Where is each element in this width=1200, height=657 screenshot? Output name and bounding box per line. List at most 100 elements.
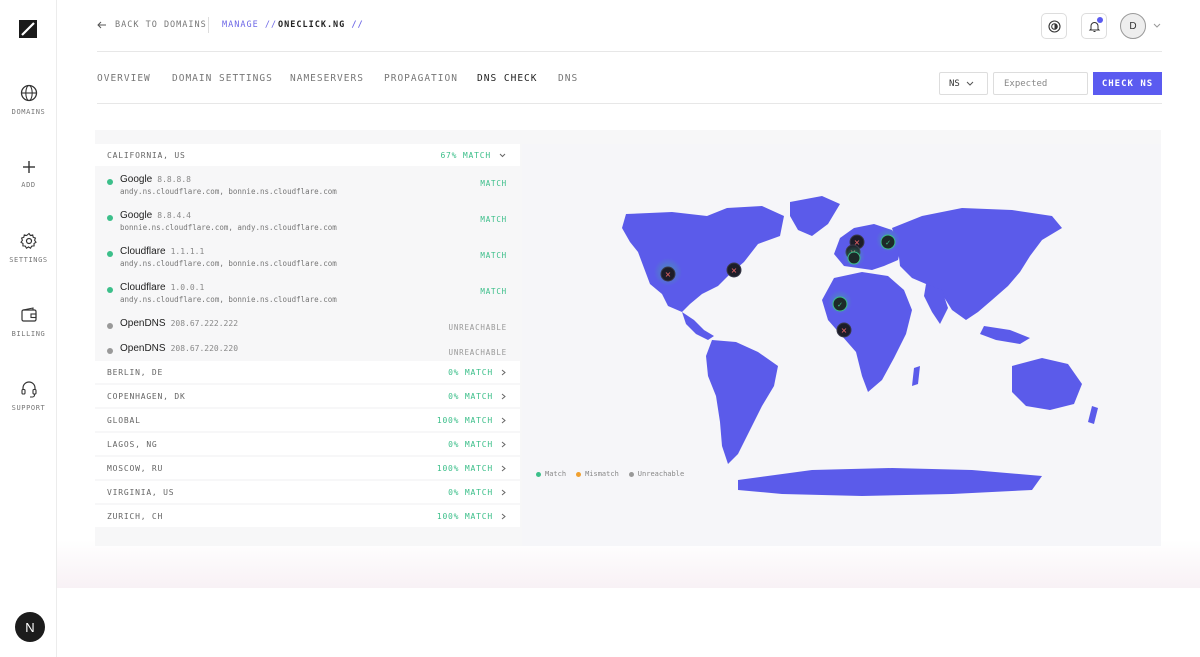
chevron-right-icon xyxy=(501,513,506,519)
breadcrumb-divider xyxy=(208,17,209,33)
wallet-icon xyxy=(20,307,37,322)
chevron-down-icon xyxy=(499,153,506,157)
match-status-dot xyxy=(107,215,113,221)
sidebar-item-label: DOMAINS xyxy=(11,108,46,116)
match-status-dot xyxy=(107,287,113,293)
sidebar-item-support[interactable]: SUPPORT xyxy=(0,380,57,412)
chevron-right-icon xyxy=(501,441,506,447)
region-row-virginia[interactable]: VIRGINIA, US 0% MATCH xyxy=(95,481,520,503)
bottom-glow xyxy=(57,540,1200,588)
sidebar-item-label: ADD xyxy=(21,181,36,189)
region-status: 0% MATCH xyxy=(448,439,493,449)
resolver-nameservers: andy.ns.cloudflare.com, bonnie.ns.cloudf… xyxy=(120,259,337,268)
resolver-provider: Google xyxy=(120,174,153,185)
chevron-right-icon xyxy=(501,393,506,399)
resolver-ip: 8.8.8.8 xyxy=(157,175,191,184)
region-name: GLOBAL xyxy=(107,415,141,425)
tab-bar: OVERVIEW DOMAIN SETTINGS NAMESERVERS PRO… xyxy=(97,52,1162,104)
tab-dns[interactable]: DNS xyxy=(558,73,578,84)
check-ns-button[interactable]: CHECK NS xyxy=(1093,72,1162,95)
region-name: MOSCOW, RU xyxy=(107,463,164,473)
tab-nameservers[interactable]: NAMESERVERS xyxy=(290,73,364,84)
region-row-global[interactable]: GLOBAL 100% MATCH xyxy=(95,409,520,431)
resolver-row: Cloudflare 1.1.1.1 andy.ns.cloudflare.com… xyxy=(95,238,520,274)
region-row-zurich[interactable]: ZURICH, CH 100% MATCH xyxy=(95,505,520,527)
resolver-status: MATCH xyxy=(480,287,507,296)
back-label: BACK TO DOMAINS xyxy=(115,20,207,30)
resolver-row: OpenDNS 208.67.222.222 UNREACHABLE xyxy=(95,310,520,335)
region-name: VIRGINIA, US xyxy=(107,487,175,497)
region-row-california[interactable]: CALIFORNIA, US 67% MATCH xyxy=(95,144,520,166)
resolver-nameservers: bonnie.ns.cloudflare.com, andy.ns.cloudf… xyxy=(120,223,337,232)
region-status: 100% MATCH xyxy=(436,463,493,473)
resolver-nameservers: andy.ns.cloudflare.com, bonnie.ns.cloudf… xyxy=(120,295,337,304)
mismatch-mark-icon: × xyxy=(665,270,672,279)
marker-zurich[interactable] xyxy=(847,251,861,265)
chevron-right-icon xyxy=(501,369,506,375)
arrow-left-icon xyxy=(97,21,106,29)
sidebar-item-label: SETTINGS xyxy=(9,256,48,264)
resolver-ip: 1.1.1.1 xyxy=(170,247,205,256)
resolver-row: Cloudflare 1.0.0.1 andy.ns.cloudflare.com… xyxy=(95,274,520,310)
resolver-provider: Google xyxy=(120,210,153,221)
region-row-copenhagen[interactable]: COPENHAGEN, DK 0% MATCH xyxy=(95,385,520,407)
main-content: BACK TO DOMAINS MANAGE // ONECLICK.NG //… xyxy=(57,0,1200,657)
gear-icon xyxy=(19,232,37,249)
region-row-moscow[interactable]: MOSCOW, RU 100% MATCH xyxy=(95,457,520,479)
region-status: 0% MATCH xyxy=(448,487,493,497)
sidebar-item-label: BILLING xyxy=(11,330,46,338)
region-row-berlin[interactable]: BERLIN, DE 0% MATCH xyxy=(95,361,520,383)
legend-unreachable: Unreachable xyxy=(628,470,684,478)
breadcrumb-domain: ONECLICK.NG // xyxy=(278,20,364,30)
region-status: 0% MATCH xyxy=(448,367,493,377)
unreachable-status-dot xyxy=(107,348,113,354)
resolver-row: OpenDNS 208.67.220.220 UNREACHABLE xyxy=(95,335,520,361)
tab-overview[interactable]: OVERVIEW xyxy=(97,73,151,84)
region-list: CALIFORNIA, US 67% MATCH Google 8.8.8.8 a… xyxy=(95,144,520,529)
resolver-status: UNREACHABLE xyxy=(448,348,507,357)
sidebar-item-label: SUPPORT xyxy=(11,404,46,412)
plus-icon xyxy=(22,161,35,173)
globe-icon xyxy=(20,84,37,102)
chevron-right-icon xyxy=(501,489,506,495)
back-to-domains-link[interactable]: BACK TO DOMAINS xyxy=(97,20,207,30)
sidebar-item-settings[interactable]: SETTINGS xyxy=(0,232,57,264)
notifications-button[interactable] xyxy=(1081,13,1107,39)
theme-toggle-button[interactable] xyxy=(1041,13,1067,39)
region-status: 100% MATCH xyxy=(436,415,493,425)
notification-badge xyxy=(1097,17,1103,23)
region-name: COPENHAGEN, DK xyxy=(107,391,186,401)
mismatch-mark-icon: × xyxy=(731,266,738,275)
sidebar-item-add[interactable]: ADD xyxy=(0,159,57,189)
footer-avatar[interactable]: N xyxy=(15,612,45,642)
user-avatar[interactable]: D xyxy=(1120,13,1146,39)
breadcrumb-manage[interactable]: MANAGE // xyxy=(222,20,277,30)
legend-match: Match xyxy=(536,470,566,478)
region-row-lagos[interactable]: LAGOS, NG 0% MATCH xyxy=(95,433,520,455)
sidebar-item-domains[interactable]: DOMAINS xyxy=(0,84,57,116)
sidebar-item-billing[interactable]: BILLING xyxy=(0,306,57,338)
resolver-ip: 208.67.220.220 xyxy=(170,344,239,353)
region-name: ZURICH, CH xyxy=(107,511,164,521)
check-mark-icon: ✓ xyxy=(885,239,891,247)
world-map-svg: × × × × ✓ ✓ × xyxy=(622,196,1098,496)
tab-domain-settings[interactable]: DOMAIN SETTINGS xyxy=(172,73,273,84)
resolver-ip: 1.0.0.1 xyxy=(170,283,205,292)
record-type-select[interactable]: NS xyxy=(939,72,988,95)
region-status: 0% MATCH xyxy=(448,391,493,401)
match-status-dot xyxy=(107,251,113,257)
chevron-right-icon xyxy=(501,465,506,471)
chevron-down-icon xyxy=(966,81,974,86)
tab-dns-check[interactable]: DNS CHECK xyxy=(477,73,537,84)
region-status: 67% MATCH xyxy=(440,150,491,160)
resolver-provider: Cloudflare xyxy=(120,246,166,257)
legend-mismatch: Mismatch xyxy=(576,470,619,478)
resolver-status: UNREACHABLE xyxy=(448,323,507,332)
tab-propagation[interactable]: PROPAGATION xyxy=(384,73,458,84)
app-logo-icon[interactable] xyxy=(18,19,38,39)
chevron-down-icon[interactable] xyxy=(1153,23,1161,29)
contrast-icon xyxy=(1047,19,1061,33)
resolver-status: MATCH xyxy=(480,215,507,224)
expected-value-input[interactable] xyxy=(993,72,1088,95)
resolver-row: Google 8.8.4.4 bonnie.ns.cloudflare.com, … xyxy=(95,202,520,238)
